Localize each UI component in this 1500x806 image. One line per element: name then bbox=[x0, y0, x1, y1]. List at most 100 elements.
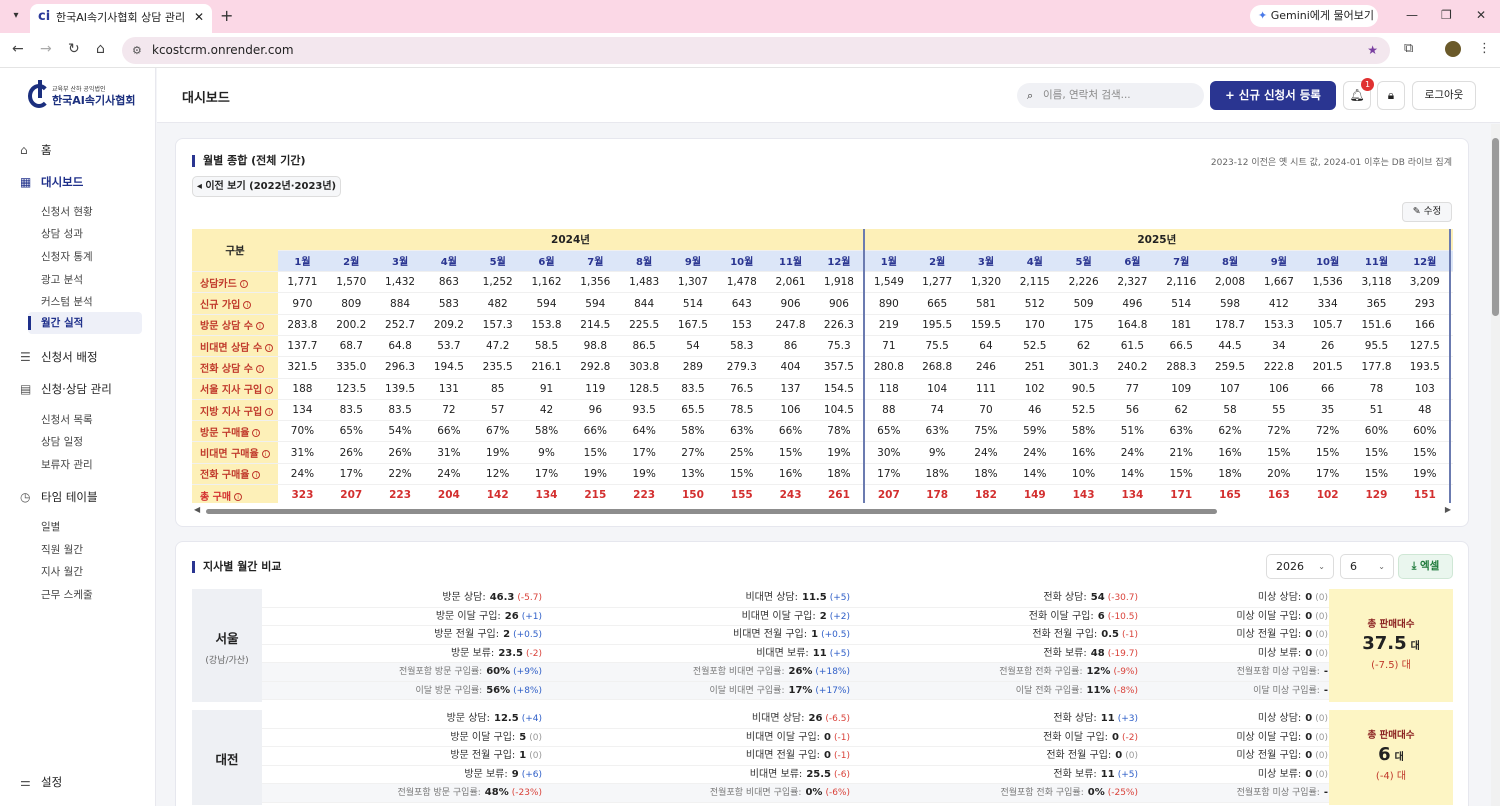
info-icon[interactable]: i bbox=[265, 386, 274, 395]
info-icon[interactable]: i bbox=[252, 428, 261, 437]
table-cell: 24% bbox=[961, 441, 1011, 464]
table-cell: 321.5 bbox=[278, 356, 327, 379]
table-cell: 96 bbox=[570, 399, 620, 422]
home-icon[interactable]: ⌂ bbox=[96, 41, 105, 57]
sidebar-sub-item[interactable]: 일별 bbox=[41, 519, 60, 534]
lock-button[interactable]: 🔒︎ bbox=[1377, 81, 1405, 110]
metric-cell: 비대면 상담: 26 (-6.5) bbox=[752, 710, 850, 729]
gemini-button[interactable]: ✦ Gemini에게 물어보기 bbox=[1250, 5, 1378, 27]
reload-icon[interactable]: ↻ bbox=[68, 41, 80, 57]
metric-delta: (+9%) bbox=[513, 667, 542, 677]
info-icon[interactable]: i bbox=[265, 343, 274, 352]
sidebar-sub-item[interactable]: 신청서 목록 bbox=[41, 412, 93, 427]
site-info-icon[interactable]: ⚙ bbox=[132, 37, 142, 64]
sidebar-sub-item[interactable]: 상담 일정 bbox=[41, 434, 83, 449]
close-window-icon[interactable]: ✕ bbox=[1476, 8, 1486, 22]
table-cell: 159.5 bbox=[961, 314, 1011, 336]
new-tab-icon[interactable]: + bbox=[220, 6, 233, 25]
sidebar-sub-item[interactable]: 신청서 현황 bbox=[41, 204, 93, 219]
metric-cell: 전화 상담: 54 (-30.7) bbox=[1043, 589, 1138, 608]
info-icon[interactable]: i bbox=[255, 322, 264, 331]
info-icon[interactable]: i bbox=[252, 471, 261, 480]
sidebar-sub-item[interactable]: 커스텀 분석 bbox=[41, 294, 93, 309]
scroll-right-icon[interactable]: ▶ bbox=[1445, 505, 1451, 514]
excel-export-button[interactable]: ⤓ 엑셀 bbox=[1398, 554, 1453, 579]
edit-button[interactable]: ✎ 수정 bbox=[1402, 202, 1452, 222]
forward-icon[interactable]: → bbox=[40, 41, 52, 57]
sidebar-item-dashboard[interactable]: ▦ 대시보드 bbox=[20, 174, 83, 190]
metric-delta: (-6%) bbox=[825, 788, 850, 798]
year-select[interactable]: 2026 ⌄ bbox=[1266, 554, 1334, 579]
sidebar-item-settings[interactable]: ⚌ 설정 bbox=[20, 774, 62, 790]
sidebar-sub-item[interactable]: 신청자 통계 bbox=[41, 249, 93, 264]
metric-cell: 비대면 전월 구입: 1 (+0.5) bbox=[733, 626, 850, 645]
sidebar-sub-item[interactable]: 상담 성과 bbox=[41, 226, 83, 241]
sidebar-item-assign[interactable]: ☰ 신청서 배정 bbox=[20, 349, 98, 365]
scrollbar-thumb[interactable] bbox=[206, 509, 1217, 514]
table-cell: 86 bbox=[766, 335, 815, 358]
info-icon[interactable]: i bbox=[265, 407, 274, 416]
table-cell: 52.5 bbox=[1059, 399, 1108, 422]
table-cell: 93.5 bbox=[619, 399, 669, 422]
sidebar-item-timetable[interactable]: ◷ 타임 테이블 bbox=[20, 489, 98, 505]
metric-label: 전월포함 방문 구입률: bbox=[397, 788, 481, 798]
search-input[interactable]: ⌕ 이름, 연락처 검색... bbox=[1017, 83, 1204, 108]
sidebar-sub-item-active[interactable]: 월간 실적 bbox=[28, 312, 142, 334]
sidebar-sub-item[interactable]: 광고 분석 bbox=[41, 272, 83, 287]
metric-delta: (+4) bbox=[521, 714, 542, 724]
metric-delta: (0) bbox=[1315, 630, 1328, 640]
info-icon[interactable]: i bbox=[234, 492, 243, 501]
browser-menu-icon[interactable]: ⋮ bbox=[1478, 41, 1491, 56]
notification-button[interactable]: 🔔︎ 1 bbox=[1343, 78, 1374, 110]
tab-list-icon[interactable]: ▾ bbox=[6, 6, 26, 26]
metric-delta: (+5) bbox=[829, 648, 850, 659]
info-icon[interactable]: i bbox=[243, 301, 252, 310]
page-scrollbar[interactable] bbox=[1491, 124, 1500, 806]
metric-delta: (-1) bbox=[834, 732, 850, 743]
url-field[interactable]: ⚙ kcostcrm.onrender.com ★ bbox=[122, 37, 1390, 64]
back-icon[interactable]: ← bbox=[12, 41, 24, 57]
table-cell: 1,570 bbox=[326, 271, 376, 294]
sidebar-sub-item[interactable]: 보류자 관리 bbox=[41, 457, 93, 472]
scroll-left-icon[interactable]: ◀ bbox=[194, 505, 200, 514]
sidebar-sub-item[interactable]: 근무 스케줄 bbox=[41, 587, 93, 602]
metric-value: 60% bbox=[486, 666, 511, 677]
home-icon: ⌂ bbox=[20, 143, 28, 157]
table-cell: 18% bbox=[961, 463, 1011, 486]
new-application-button[interactable]: + 신규 신청서 등록 bbox=[1210, 81, 1336, 110]
minimize-icon[interactable]: — bbox=[1406, 8, 1418, 22]
info-icon[interactable]: i bbox=[239, 279, 248, 288]
logout-button[interactable]: 로그아웃 bbox=[1412, 81, 1476, 110]
sidebar-item-home[interactable]: ⌂ 홈 bbox=[20, 142, 52, 158]
metric-cell: 전월포함 방문 구입률: 60% (+9%) bbox=[399, 663, 542, 682]
profile-avatar[interactable] bbox=[1445, 41, 1461, 57]
metric-delta: (+0.5) bbox=[821, 630, 850, 640]
metric-cell: 방문 이달 구입: 5 (0) bbox=[450, 729, 542, 748]
restore-icon[interactable]: ❐ bbox=[1441, 8, 1452, 22]
metric-row: 방문 상담: 12.5 (+4) 비대면 상담: 26 (-6.5) 전화 상담: 11 (+3… bbox=[262, 710, 1329, 729]
info-icon[interactable]: i bbox=[255, 364, 264, 373]
page-scrollbar-thumb[interactable] bbox=[1492, 138, 1499, 316]
metric-delta: (+3) bbox=[1117, 714, 1138, 724]
metric-value: 0 bbox=[1305, 647, 1313, 659]
table-cell bbox=[1448, 271, 1453, 294]
sidebar-item-label: 신청서 배정 bbox=[41, 350, 98, 364]
bookmark-star-icon[interactable]: ★ bbox=[1367, 37, 1378, 64]
browser-tab[interactable]: ci 한국AI속기사협회 상담 관리 시스템 ✕ bbox=[30, 4, 212, 33]
monthly-table-scroll[interactable]: 구분 2024년 2025년 1월 2월 3월 4월 5월 6월 7월 8월 9월 10월 11월 1… bbox=[192, 229, 1453, 503]
month-select[interactable]: 6 ⌄ bbox=[1340, 554, 1394, 579]
prev-view-button[interactable]: ◂ 이전 보기 (2022년·2023년) bbox=[192, 176, 341, 197]
metric-row: 방문 보류: 23.5 (-2) 비대면 보류: 11 (+5) 전화 보류: 48 (-19.… bbox=[262, 645, 1329, 663]
table-cell: 863 bbox=[424, 271, 474, 294]
table-cell: 106 bbox=[1254, 378, 1304, 400]
sidebar-item-manage[interactable]: ▤ 신청·상담 관리 bbox=[20, 381, 112, 397]
horizontal-scrollbar[interactable]: ◀ ▶ bbox=[192, 505, 1453, 515]
sidebar-sub-item[interactable]: 지사 월간 bbox=[41, 564, 83, 579]
sidebar-sub-item[interactable]: 직원 월간 bbox=[41, 542, 83, 557]
info-icon[interactable]: i bbox=[261, 450, 270, 459]
close-tab-icon[interactable]: ✕ bbox=[194, 10, 204, 24]
extensions-icon[interactable]: ⧉ bbox=[1404, 41, 1413, 56]
metric-value: 26% bbox=[788, 666, 813, 677]
table-cell: 167.5 bbox=[668, 314, 718, 336]
table-cell: 223 bbox=[375, 484, 425, 503]
